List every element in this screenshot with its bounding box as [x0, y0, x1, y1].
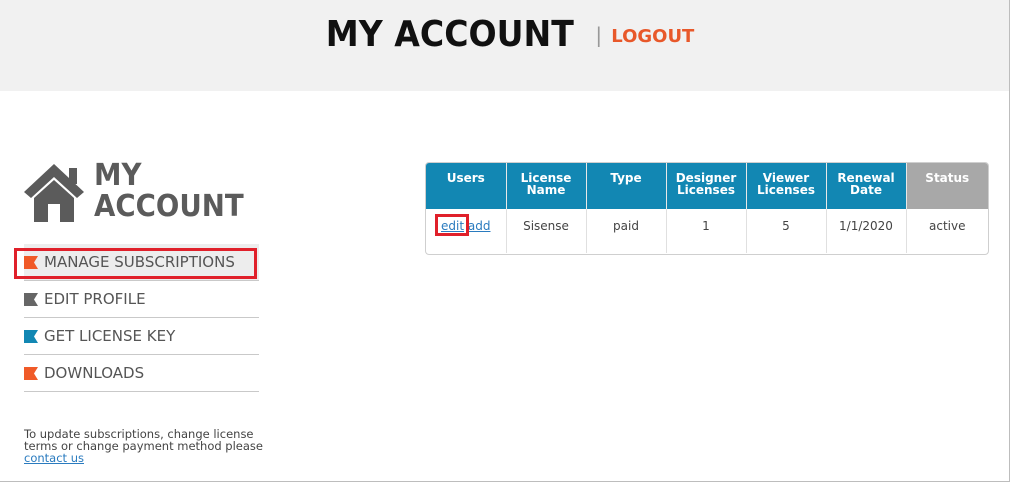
viewer-licenses-cell: 5	[746, 209, 827, 253]
table-row: edit add Sisense paid 1 5 1/1/2020 activ…	[426, 209, 988, 253]
brand-text: MY ACCOUNT	[94, 160, 244, 222]
sidebar-item-downloads[interactable]: DOWNLOADS	[24, 355, 259, 392]
license-name-cell: Sisense	[506, 209, 587, 253]
edit-users-link[interactable]: edit	[441, 219, 464, 233]
column-header-designer-licenses: Designer Licenses	[666, 163, 747, 209]
status-cell: active	[929, 219, 966, 233]
sidebar-item-label: GET LICENSE KEY	[44, 327, 176, 345]
sidebar-nav: MANAGE SUBSCRIPTIONS EDIT PROFILE GET LI…	[14, 244, 259, 392]
sidebar-item-manage-subscriptions[interactable]: MANAGE SUBSCRIPTIONS	[14, 244, 259, 281]
flag-icon	[24, 255, 38, 269]
sidebar-item-edit-profile[interactable]: EDIT PROFILE	[24, 281, 259, 318]
column-header-type: Type	[586, 163, 667, 209]
sidebar-item-label: DOWNLOADS	[44, 364, 145, 382]
column-header-license-name: License Name	[506, 163, 587, 209]
subscriptions-table: Users License Name Type Designer License…	[425, 162, 989, 255]
flag-icon	[24, 329, 38, 343]
add-users-link[interactable]: add	[468, 219, 491, 233]
logout-link[interactable]: LOGOUT	[611, 26, 694, 47]
users-cell: edit add	[426, 209, 507, 253]
column-header-renewal-date: Renewal Date	[826, 163, 907, 209]
header-bar: MY ACCOUNT | LOGOUT	[0, 0, 1009, 91]
brand-line-1: MY	[94, 158, 142, 193]
home-icon	[24, 164, 84, 222]
column-header-status: Status	[906, 163, 988, 209]
flag-icon	[24, 366, 38, 380]
renewal-date-cell: 1/1/2020	[826, 209, 907, 253]
sidebar-item-label: MANAGE SUBSCRIPTIONS	[44, 253, 235, 271]
table-header-row: Users License Name Type Designer License…	[426, 163, 988, 209]
page-title: MY ACCOUNT	[325, 14, 574, 55]
contact-us-link[interactable]: contact us	[24, 451, 84, 465]
help-text: To update subscriptions, change license …	[24, 428, 264, 464]
title-separator: |	[595, 22, 603, 47]
sidebar-item-get-license-key[interactable]: GET LICENSE KEY	[24, 318, 259, 355]
brand-line-2: ACCOUNT	[94, 189, 244, 224]
sidebar-brand: MY ACCOUNT	[22, 160, 262, 228]
sidebar-item-label: EDIT PROFILE	[44, 290, 146, 308]
column-header-users: Users	[426, 163, 507, 209]
type-cell: paid	[586, 209, 667, 253]
help-message: To update subscriptions, change license …	[24, 427, 263, 453]
column-header-viewer-licenses: Viewer Licenses	[746, 163, 827, 209]
designer-licenses-cell: 1	[666, 209, 747, 253]
flag-icon	[24, 292, 38, 306]
